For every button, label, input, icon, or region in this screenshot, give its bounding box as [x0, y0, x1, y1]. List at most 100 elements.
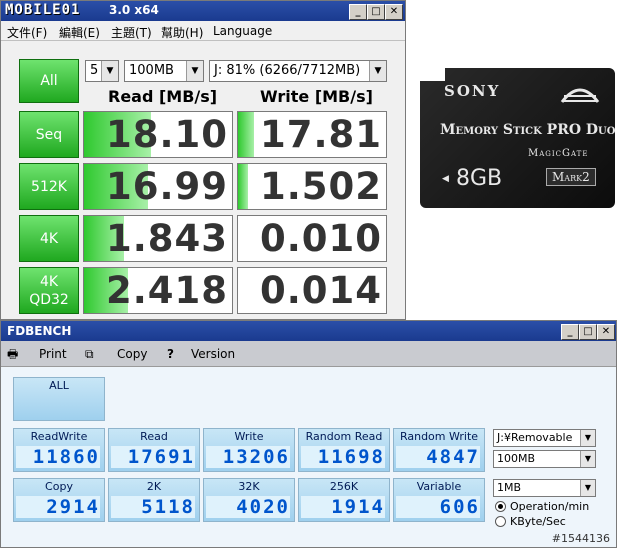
- fd-minimize-button[interactable]: _: [561, 324, 579, 340]
- card-arrow-icon: ◀: [442, 174, 449, 184]
- 4k-qd32-button[interactable]: 4K QD32: [19, 267, 79, 314]
- lcd-value: 11860: [16, 446, 100, 468]
- chevron-down-icon: ▼: [580, 451, 595, 467]
- lcd-value: 5118: [111, 496, 195, 518]
- radio-kbyte-sec[interactable]: KByte/Sec: [493, 514, 599, 529]
- 512k-read-value: 16.99: [105, 165, 228, 208]
- drive-value: J: 81% (6266/7712MB): [214, 63, 361, 78]
- fdbench-toolbar: 🖶 Print ⧉ Copy ? Version: [1, 341, 616, 367]
- 4k-qd32-read-value: 2.418: [105, 269, 228, 312]
- size-value: 100MB: [129, 63, 174, 78]
- radio-dot: [495, 516, 506, 527]
- crystaldiskmark-window: MOBILE01 3.0 x64 _ □ ✕ 文件(F) 編輯(E) 主題(T)…: [0, 0, 406, 320]
- lcd-label: ReadWrite: [30, 430, 88, 443]
- menu-theme[interactable]: 主題(T): [111, 24, 152, 41]
- 512k-write-cell: 1.502: [237, 163, 387, 210]
- fd-maximize-button[interactable]: □: [579, 324, 597, 340]
- lcd-value: 13206: [206, 446, 290, 468]
- runs-value: 5: [90, 63, 99, 78]
- fdbench-title-bar[interactable]: FDBENCH _ □ ✕: [1, 321, 616, 341]
- memory-stick-photo: SONY Memory Stick PRO Duo MagicGate ◀ 8G…: [419, 67, 616, 208]
- 4k-write-cell: 0.010: [237, 215, 387, 262]
- print-button[interactable]: 🖶 Print: [7, 345, 71, 363]
- menu-help[interactable]: 幫助(H): [161, 24, 203, 41]
- card-tech: MagicGate: [528, 148, 589, 159]
- cdm-title-suffix: 3.0 x64: [109, 3, 159, 17]
- lcd-label: Random Write: [399, 430, 479, 443]
- version-button[interactable]: ? Version: [165, 345, 241, 363]
- fd-close-button[interactable]: ✕: [597, 324, 615, 340]
- lcd-value: 17691: [111, 446, 195, 468]
- watermark: #1544136: [551, 532, 610, 545]
- card-brand: SONY: [444, 82, 501, 100]
- lcd-2k[interactable]: 2K 5118: [108, 478, 200, 522]
- radio-label: KByte/Sec: [510, 515, 566, 528]
- all-button[interactable]: All: [19, 59, 79, 103]
- help-icon: ?: [167, 347, 174, 361]
- runs-select[interactable]: 5 ▼: [85, 60, 119, 82]
- lcd-label: Write: [234, 430, 264, 443]
- maximize-button[interactable]: □: [367, 4, 385, 20]
- write-header: Write [MB/s]: [260, 87, 373, 106]
- fd-block-select[interactable]: 1MB ▼: [493, 479, 596, 497]
- copy-button[interactable]: ⧉ Copy: [85, 345, 153, 363]
- lcd-value: 4020: [206, 496, 290, 518]
- lcd-value: 606: [396, 496, 480, 518]
- seq-button[interactable]: Seq: [19, 111, 79, 158]
- radio-operation-min[interactable]: Operation/min: [493, 499, 599, 514]
- chevron-down-icon: ▼: [101, 61, 118, 81]
- lcd-label: Copy: [45, 480, 73, 493]
- lcd-copy[interactable]: Copy 2914: [13, 478, 105, 522]
- cdm-title-bar[interactable]: MOBILE01 3.0 x64 _ □ ✕: [1, 1, 405, 21]
- 512k-read-cell: 16.99: [83, 163, 233, 210]
- lcd-value: 4847: [396, 446, 480, 468]
- lcd-value: 2914: [16, 496, 100, 518]
- radio-label: Operation/min: [510, 500, 590, 513]
- copy-icon: ⧉: [85, 347, 94, 361]
- 4k-read-value: 1.843: [105, 217, 228, 260]
- menu-edit[interactable]: 編輯(E): [59, 24, 100, 41]
- seq-write-value: 17.81: [259, 113, 382, 156]
- menu-language[interactable]: Language: [213, 24, 272, 38]
- lcd-random-read[interactable]: Random Read 11698: [298, 428, 390, 472]
- version-label: Version: [191, 347, 236, 361]
- card-product: Memory Stick PRO Duo: [440, 122, 616, 138]
- chevron-down-icon: ▼: [580, 430, 595, 446]
- lcd-value: 11698: [301, 446, 385, 468]
- lcd-label: 32K: [238, 480, 260, 493]
- lcd-256k[interactable]: 256K 1914: [298, 478, 390, 522]
- fdbench-window: FDBENCH _ □ ✕ 🖶 Print ⧉ Copy ? Version A…: [0, 320, 617, 548]
- seq-write-cell: 17.81: [237, 111, 387, 158]
- chevron-down-icon: ▼: [580, 480, 595, 496]
- fd-drive-value: J:¥Removable: [497, 431, 573, 444]
- lcd-32k[interactable]: 32K 4020: [203, 478, 295, 522]
- 512k-write-value: 1.502: [259, 165, 382, 208]
- fd-size-select[interactable]: 100MB ▼: [493, 450, 596, 468]
- lcd-label: Random Read: [305, 430, 383, 443]
- 4k-qd32-write-value: 0.014: [259, 269, 382, 312]
- cdm-title-logo: MOBILE01: [5, 2, 81, 18]
- minimize-button[interactable]: _: [349, 4, 367, 20]
- cdm-menu-bar: 文件(F) 編輯(E) 主題(T) 幫助(H) Language: [1, 21, 405, 41]
- drive-select[interactable]: J: 81% (6266/7712MB) ▼: [209, 60, 387, 82]
- lcd-readwrite[interactable]: ReadWrite 11860: [13, 428, 105, 472]
- fd-all-button[interactable]: ALL: [13, 377, 105, 421]
- seq-read-cell: 18.10: [83, 111, 233, 158]
- lcd-write[interactable]: Write 13206: [203, 428, 295, 472]
- lcd-random-write[interactable]: Random Write 4847: [393, 428, 485, 472]
- card-mark: Mark2: [546, 168, 596, 186]
- fdbench-title: FDBENCH: [7, 324, 72, 338]
- lcd-variable[interactable]: Variable 606: [393, 478, 485, 522]
- memory-stick-logo-icon: [560, 88, 600, 103]
- 4k-button[interactable]: 4K: [19, 215, 79, 262]
- size-select[interactable]: 100MB ▼: [124, 60, 204, 82]
- printer-icon: 🖶: [7, 347, 19, 361]
- 4k-qd32-write-cell: 0.014: [237, 267, 387, 314]
- close-button[interactable]: ✕: [385, 4, 403, 20]
- menu-file[interactable]: 文件(F): [7, 24, 47, 41]
- chevron-down-icon: ▼: [186, 61, 203, 81]
- 4k-read-cell: 1.843: [83, 215, 233, 262]
- lcd-read[interactable]: Read 17691: [108, 428, 200, 472]
- fd-drive-select[interactable]: J:¥Removable ▼: [493, 429, 596, 447]
- 512k-button[interactable]: 512K: [19, 163, 79, 210]
